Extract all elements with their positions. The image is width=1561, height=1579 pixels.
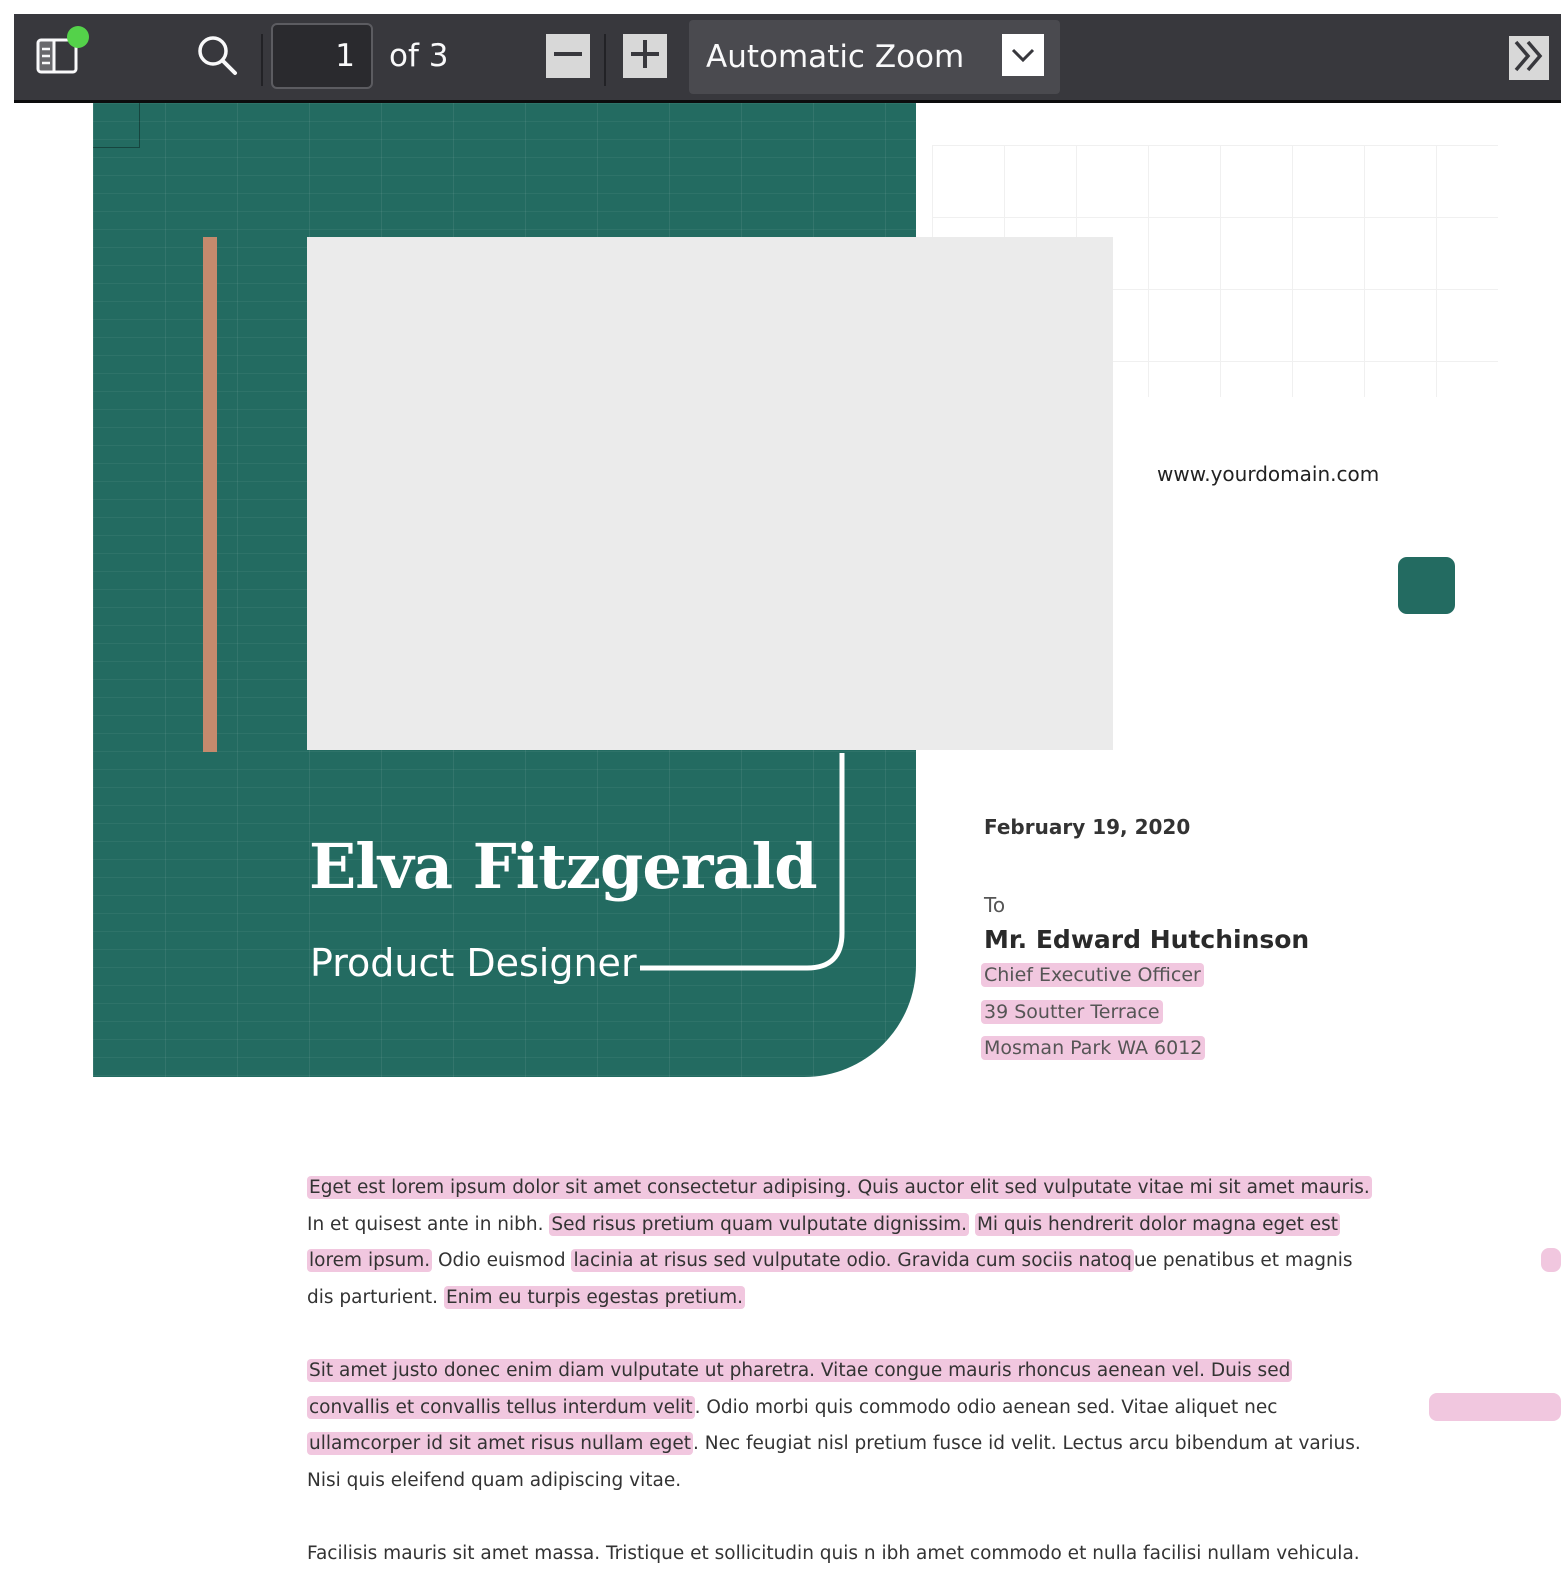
letter-date: February 19, 2020: [984, 815, 1191, 839]
text-highlight: lorem ipsum.: [307, 1249, 433, 1272]
pdf-toolbar: of 3 Automatic Zoom: [14, 14, 1561, 103]
page-number-input[interactable]: [271, 23, 373, 89]
text-highlight: Mi quis hendrerit dolor magna eget est: [974, 1212, 1341, 1236]
sender-title: Product Designer: [310, 941, 637, 985]
recipient-street: 39 Soutter Terrace: [981, 1000, 1163, 1024]
text-run: . Odio morbi quis commodo odio aenean se…: [694, 1396, 1278, 1418]
letter-paragraph-2: Sit amet justo donec enim diam vulputate…: [307, 1353, 1361, 1499]
profile-photo-placeholder: [307, 237, 1113, 750]
pdf-viewer: of 3 Automatic Zoom: [0, 0, 1561, 1579]
text-highlight: lacinia at risus sed vulputate odio. Gra…: [571, 1249, 1134, 1272]
zoom-select[interactable]: Automatic Zoom: [689, 20, 1060, 94]
text-highlight: convallis et convallis tellus interdum v…: [307, 1395, 695, 1419]
website-link[interactable]: www.yourdomain.com: [1157, 462, 1379, 486]
text-run: Odio euismod: [432, 1250, 572, 1271]
text-highlight: Eget est lorem ipsum dolor sit amet cons…: [307, 1176, 1372, 1199]
zoom-out-icon: [551, 37, 585, 75]
notification-dot: [67, 26, 89, 48]
text-run: . Nec feugiat nisl pretium fusce id veli…: [692, 1433, 1361, 1454]
tools-button[interactable]: [1509, 36, 1549, 80]
text-highlight: ullamcorper id sit amet risus nullam ege…: [307, 1432, 693, 1455]
letter-paragraph-1: Eget est lorem ipsum dolor sit amet cons…: [307, 1170, 1372, 1316]
accent-bar: [203, 237, 217, 752]
zoom-in-button[interactable]: [623, 34, 667, 78]
text-run: In et quisest ante in nibh.: [307, 1213, 550, 1235]
edge-highlight: [1429, 1393, 1561, 1421]
toolbar-separator: [261, 34, 263, 86]
zoom-out-button[interactable]: [546, 34, 590, 78]
recipient-position: Chief Executive Officer: [981, 963, 1204, 987]
text-highlight: Sit amet justo donec enim diam vulputate…: [307, 1359, 1293, 1382]
crop-mark: [93, 103, 140, 148]
document-page: Elva Fitzgerald Product Designer www.you…: [0, 103, 1561, 1579]
text-run: Nisi quis eleifend quam adipiscing vitae…: [307, 1469, 682, 1491]
sender-name: Elva Fitzgerald: [309, 830, 818, 903]
text-highlight: Enim eu turpis egestas pretium.: [443, 1285, 745, 1309]
text-run: Facilisis mauris sit amet massa. Tristiq…: [307, 1543, 1360, 1564]
text-run: ue penatibus et magnis: [1133, 1250, 1353, 1271]
toolbar-separator: [604, 34, 606, 86]
recipient-city: Mosman Park WA 6012: [981, 1036, 1206, 1060]
text-run: dis parturient.: [307, 1286, 444, 1308]
text-highlight: Sed risus pretium quam vulputate digniss…: [549, 1212, 970, 1236]
zoom-in-icon: [628, 37, 662, 75]
recipient-name: Mr. Edward Hutchinson: [984, 925, 1310, 954]
decorative-square: [1398, 557, 1455, 614]
to-label: To: [984, 893, 1006, 917]
zoom-select-value: Automatic Zoom: [706, 39, 965, 75]
edge-highlight: [1541, 1248, 1561, 1272]
page-count-label: of 3: [389, 38, 449, 74]
chevron-down-icon: [1002, 34, 1044, 76]
letter-paragraph-3: Facilisis mauris sit amet massa. Tristiq…: [307, 1536, 1360, 1573]
search-button[interactable]: [194, 34, 240, 80]
search-icon: [195, 33, 239, 81]
double-chevron-right-icon: [1511, 38, 1547, 78]
